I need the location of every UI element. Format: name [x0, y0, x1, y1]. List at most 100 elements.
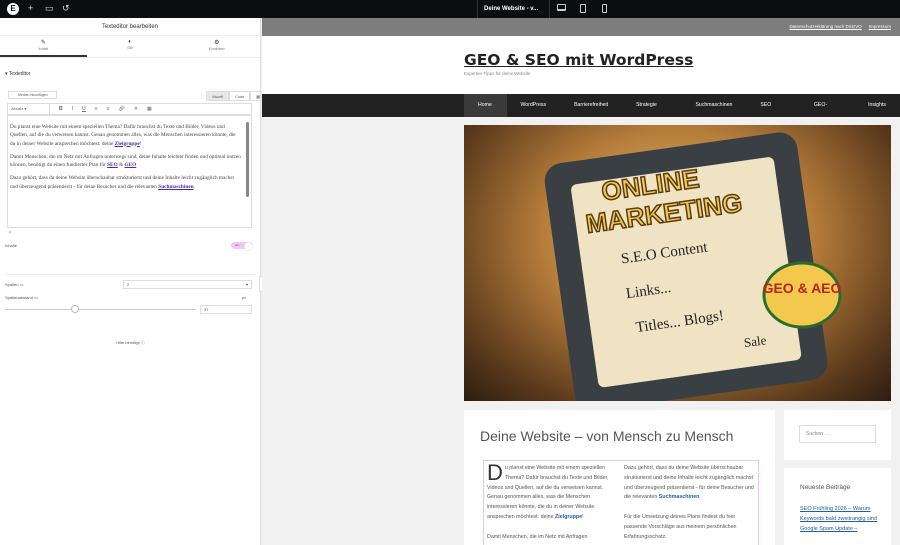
paragraph-text: Dazu gehört, dass du deine Website übers…: [10, 175, 234, 190]
recent-posts-widget: Neueste Beiträge SEO Frühling 2026 – War…: [784, 468, 891, 545]
editor-scrollbar[interactable]: [246, 122, 249, 197]
editor-panel: Texteditor bearbeiten ✎ Inhalt ◐ Stil ⚙ Erw…: [0, 18, 266, 545]
nav-suchmaschinen[interactable]: Suchmaschinen ⌄: [681, 94, 746, 131]
help-link[interactable]: Hilfe benötigt ⓘ: [0, 340, 261, 346]
main-nav: Home ⌄ WordPress ⌄ Barrierefreiheit ⌄ St…: [262, 94, 900, 131]
unit-select[interactable]: px: [242, 295, 246, 300]
format-value: Absatz: [11, 106, 24, 111]
paragraph-text: .: [193, 183, 195, 190]
nav-seo-praxis[interactable]: SEO Praxis ⌄: [746, 94, 800, 131]
help-label: Hilfe benötigt: [116, 340, 140, 345]
nav-strategie[interactable]: Strategie 2026 ⌄: [622, 94, 681, 131]
slider-handle[interactable]: [71, 305, 79, 313]
search-input[interactable]: Suchen ...: [799, 425, 876, 443]
hero-image: ONLINE MARKETING S.E.O Content Links... …: [464, 125, 891, 401]
column-text: Damit Menschen, die im Netz mit Anfragen: [487, 533, 588, 540]
inhalte-toggle[interactable]: Ein: [231, 242, 253, 251]
desktop-icon: ▭: [19, 282, 24, 287]
add-media-button[interactable]: Medien hinzufügen: [8, 91, 57, 99]
tab-code[interactable]: Code: [229, 91, 251, 101]
nav-geo-praxis[interactable]: GEO-Praxis ⌄: [800, 94, 854, 131]
spalten-value: 2: [127, 282, 130, 287]
mobile-icon[interactable]: [602, 4, 607, 13]
nav-wordpress[interactable]: WordPress ⌄: [507, 94, 561, 131]
text-editor[interactable]: Du planst eine Website mit einem speziel…: [7, 115, 252, 228]
pencil-icon: ✎: [40, 40, 46, 46]
link-suchmaschinen[interactable]: Suchmaschinen: [158, 184, 193, 190]
add-icon[interactable]: +: [28, 3, 33, 13]
search-widget: Suchen ...: [784, 410, 891, 460]
section-toggle-texteditor[interactable]: ▾ Texteditor: [5, 71, 31, 77]
nav-home[interactable]: Home ⌄: [464, 94, 507, 131]
tab-erweitert[interactable]: ⚙ Erweitert: [173, 36, 260, 57]
paragraph-text: !: [139, 140, 142, 147]
desktop-icon: ▭: [33, 295, 38, 300]
link-zielgruppe[interactable]: Zielgruppe: [555, 514, 582, 520]
align-left-icon[interactable]: ≡: [95, 106, 98, 112]
recent-post-link[interactable]: Google Spam Update –: [800, 526, 857, 532]
bold-icon[interactable]: B: [59, 106, 63, 112]
tab-inhalt[interactable]: ✎ Inhalt: [0, 36, 87, 57]
site-tagline: Experten-Tipps für deine Website: [464, 71, 531, 76]
tab-label: Inhalt: [38, 46, 49, 51]
page-settings-icon[interactable]: ▭: [45, 3, 54, 14]
nav-label: Barrierefreiheit: [574, 102, 609, 108]
tab-stil[interactable]: ◐ Stil: [87, 36, 174, 57]
tablet-illustration: ONLINE MARKETING S.E.O Content Links... …: [544, 132, 842, 401]
document-title: Deine Website - v...: [484, 6, 539, 12]
nav-insights[interactable]: Insights: [854, 94, 900, 117]
panel-title: Texteditor bearbeiten: [0, 18, 260, 36]
link-suchmaschinen[interactable]: Suchmaschinen: [659, 494, 700, 500]
privacy-link[interactable]: Datenschutzerklärung nach DSGVO: [789, 24, 861, 29]
site-topbar: Datenschutzerklärung nach DSGVO Impressum: [262, 18, 900, 36]
chevron-down-icon: ▾: [245, 282, 248, 287]
column-text: !: [582, 513, 584, 520]
impressum-link[interactable]: Impressum: [869, 24, 891, 29]
spalten-label: Spalten: [5, 282, 19, 287]
preview-canvas: Datenschutzerklärung nach DSGVO Impressum…: [262, 18, 900, 545]
nav-label: Suchmaschinen: [695, 102, 733, 108]
tab-label: Stil: [127, 45, 133, 50]
nav-label: WordPress: [520, 102, 547, 108]
desktop-icon[interactable]: [557, 4, 566, 11]
format-select[interactable]: Absatz ▾: [8, 104, 50, 114]
column-1: Du planst eine Website mit einem speziel…: [487, 462, 618, 545]
tab-label: Erweitert: [208, 46, 225, 51]
link-geo[interactable]: GEO: [124, 162, 136, 168]
hero-item: Sale: [743, 332, 767, 350]
divider: [5, 274, 255, 275]
tab-visual[interactable]: Visuell: [206, 91, 230, 101]
link-icon[interactable]: 🔗︎: [118, 106, 124, 112]
spaltenabstand-label: Spaltenabstand: [5, 295, 33, 300]
link-zielgruppe[interactable]: Zielgruppe: [115, 141, 140, 147]
align-center-icon[interactable]: ≡: [107, 106, 110, 112]
site-header: GEO & SEO mit WordPress Experten-Tipps f…: [262, 36, 900, 94]
column-text: Für die Umsetzung deines Plans findest d…: [624, 513, 737, 540]
article-card: Deine Website – von Mensch zu Mensch Du …: [464, 410, 775, 545]
nav-barrierefreiheit[interactable]: Barrierefreiheit ⌄: [560, 94, 622, 131]
element-path: p: [9, 229, 12, 234]
recent-posts-title: Neueste Beiträge: [800, 484, 851, 491]
column-2: Dazu gehört, dass du deine Website übers…: [624, 464, 755, 545]
underline-icon[interactable]: U: [82, 106, 86, 112]
italic-icon[interactable]: I: [72, 106, 73, 112]
inhalte-label: Inhalte: [5, 243, 18, 248]
spaltenabstand-slider[interactable]: [5, 309, 196, 310]
tablet-icon[interactable]: [580, 4, 586, 13]
document-switcher[interactable]: Deine Website - v... ⌄: [477, 0, 550, 30]
text-editor-widget[interactable]: Du planst eine Website mit einem speziel…: [483, 460, 759, 545]
column-text: u planst eine Website mit einem speziell…: [487, 465, 609, 520]
column-text: .: [699, 494, 701, 501]
spalten-select[interactable]: 2 ▾: [123, 280, 252, 289]
site-title[interactable]: GEO & SEO mit WordPress: [464, 51, 693, 69]
recent-post-link[interactable]: SEO Frühling 2026 – Warum Keywords bald …: [800, 506, 877, 522]
link-seo[interactable]: SEO: [107, 162, 118, 168]
elementor-logo-button[interactable]: E: [7, 3, 19, 15]
history-icon[interactable]: ↺: [62, 3, 70, 14]
unlink-icon[interactable]: ✕: [134, 106, 138, 112]
spaltenabstand-input[interactable]: 37: [200, 305, 252, 314]
help-icon: ⓘ: [140, 340, 145, 345]
geo-aeo-badge: GEO & AEO: [763, 280, 842, 296]
table-icon[interactable]: ▦: [147, 106, 152, 112]
gear-icon: ⚙: [213, 40, 220, 46]
